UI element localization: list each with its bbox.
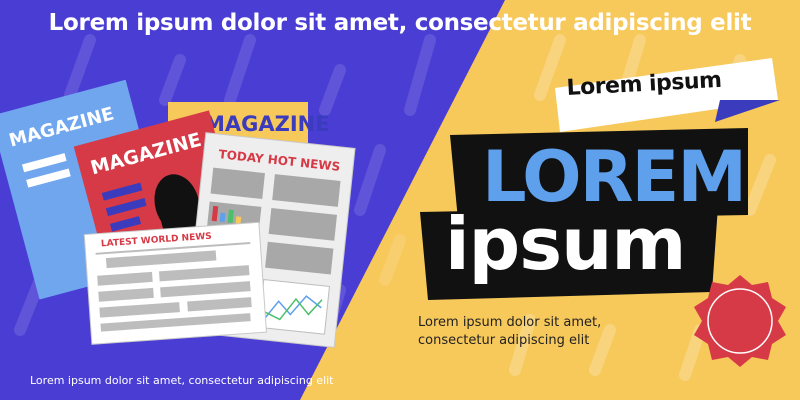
promo-description: Lorem ipsum dolor sit amet, consectetur … xyxy=(418,314,678,350)
promo-description-line1: Lorem ipsum dolor sit amet, xyxy=(418,315,602,330)
promo-description-line2: consectetur adipiscing elit xyxy=(418,333,590,348)
promo-title-sub: ipsum xyxy=(445,202,686,286)
footer-text: Lorem ipsum dolor sit amet, consectetur … xyxy=(30,374,334,387)
